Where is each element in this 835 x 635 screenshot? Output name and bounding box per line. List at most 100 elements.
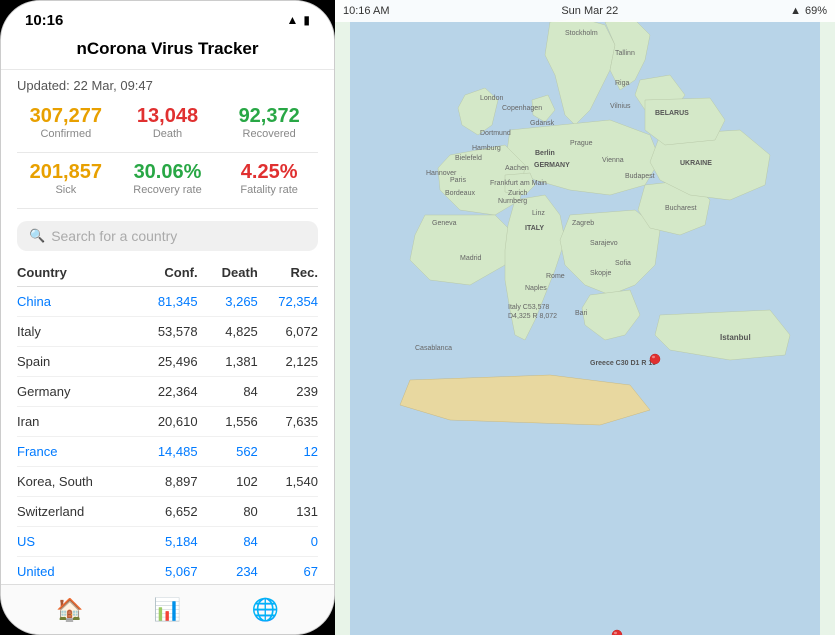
svg-text:Italy C53,578: Italy C53,578	[508, 304, 549, 311]
rec-value: 131	[258, 504, 318, 519]
svg-text:Sofia: Sofia	[615, 260, 631, 267]
fatality-rate-label: Fatality rate	[220, 184, 318, 196]
table-row[interactable]: Spain25,4961,3812,125	[17, 347, 318, 377]
search-placeholder: Search for a country	[51, 228, 177, 244]
globe-icon[interactable]: 🌐	[251, 597, 278, 623]
svg-text:Gdansk: Gdansk	[530, 120, 555, 127]
svg-text:Vilnius: Vilnius	[610, 103, 631, 110]
table-row[interactable]: Iran20,6101,5567,635	[17, 407, 318, 437]
svg-text:BELARUS: BELARUS	[655, 110, 689, 117]
recovery-rate-label: Recovery rate	[119, 184, 217, 196]
table-row[interactable]: US5,184840	[17, 527, 318, 557]
divider-1	[17, 152, 318, 153]
table-row[interactable]: Korea, South8,8971021,540	[17, 467, 318, 497]
country-name[interactable]: China	[17, 294, 137, 309]
conf-value: 20,610	[137, 414, 197, 429]
table-row[interactable]: France14,48556212	[17, 437, 318, 467]
svg-text:Madrid: Madrid	[460, 255, 482, 262]
sick-label: Sick	[17, 184, 115, 196]
death-stat: 13,048 Death	[119, 105, 217, 140]
map-status-bar: 10:16 AM Sun Mar 22 ▲ 69%	[335, 0, 835, 22]
country-name: Italy	[17, 324, 137, 339]
fatality-rate-stat: 4.25% Fatality rate	[220, 161, 318, 196]
svg-text:Greece C30 D1 R 19: Greece C30 D1 R 19	[590, 360, 656, 367]
wifi-icon: ▲	[287, 13, 299, 27]
death-value: 80	[198, 504, 258, 519]
death-value: 84	[198, 534, 258, 549]
country-name: Spain	[17, 354, 137, 369]
conf-value: 25,496	[137, 354, 197, 369]
death-value: 1,381	[198, 354, 258, 369]
svg-text:Frankfurt am Main: Frankfurt am Main	[490, 180, 547, 187]
death-value: 13,048	[119, 105, 217, 128]
stats-grid-2: 201,857 Sick 30.06% Recovery rate 4.25% …	[1, 157, 334, 204]
table-row[interactable]: Germany22,36484239	[17, 377, 318, 407]
country-name: Switzerland	[17, 504, 137, 519]
chart-icon[interactable]: 📊	[154, 597, 181, 623]
svg-text:UKRAINE: UKRAINE	[680, 160, 712, 167]
table-header: Country Conf. Death Rec.	[17, 259, 318, 287]
rec-value: 67	[258, 564, 318, 579]
status-icons: ▲ ▮	[287, 13, 311, 27]
country-name[interactable]: United	[17, 564, 137, 579]
map-svg: Stockholm Tallinn Riga Vilnius BELARUS C…	[335, 0, 835, 635]
svg-text:Bielefeld: Bielefeld	[455, 155, 482, 162]
phone-frame: 10:16 ▲ ▮ nCorona Virus Tracker Updated:…	[0, 0, 335, 635]
map-status-right: ▲ 69%	[790, 5, 827, 17]
rec-value: 239	[258, 384, 318, 399]
svg-text:Tallinn: Tallinn	[615, 50, 635, 57]
svg-text:Hamburg: Hamburg	[472, 145, 501, 152]
table-row[interactable]: Italy53,5784,8256,072	[17, 317, 318, 347]
table-row[interactable]: Switzerland6,65280131	[17, 497, 318, 527]
table-row[interactable]: United5,06723467	[17, 557, 318, 587]
svg-text:Riga: Riga	[615, 80, 630, 87]
svg-text:London: London	[480, 95, 503, 102]
rec-value: 12	[258, 444, 318, 459]
col-country: Country	[17, 265, 137, 280]
conf-value: 5,067	[137, 564, 197, 579]
country-name[interactable]: France	[17, 444, 137, 459]
sick-stat: 201,857 Sick	[17, 161, 115, 196]
recovered-stat: 92,372 Recovered	[220, 105, 318, 140]
recovery-rate-value: 30.06%	[119, 161, 217, 184]
svg-text:Bordeaux: Bordeaux	[445, 190, 475, 197]
svg-text:Zurich: Zurich	[508, 190, 528, 197]
table-row[interactable]: China81,3453,26572,354	[17, 287, 318, 317]
home-icon[interactable]: 🏠	[56, 597, 83, 623]
phone-status-bar: 10:16 ▲ ▮	[1, 1, 334, 31]
svg-text:Stockholm: Stockholm	[565, 30, 598, 37]
country-name[interactable]: US	[17, 534, 137, 549]
svg-text:Casablanca: Casablanca	[415, 345, 452, 352]
death-label: Death	[119, 128, 217, 140]
rec-value: 0	[258, 534, 318, 549]
svg-text:Vienna: Vienna	[602, 157, 624, 164]
svg-text:Aachen: Aachen	[505, 165, 529, 172]
svg-text:Copenhagen: Copenhagen	[502, 105, 542, 112]
col-conf: Conf.	[137, 265, 197, 280]
death-value: 102	[198, 474, 258, 489]
death-value: 84	[198, 384, 258, 399]
svg-text:Naples: Naples	[525, 285, 547, 292]
conf-value: 6,652	[137, 504, 197, 519]
map-date: Sun Mar 22	[561, 5, 618, 17]
table-rows: China81,3453,26572,354Italy53,5784,8256,…	[17, 287, 318, 587]
rec-value: 72,354	[258, 294, 318, 309]
svg-text:D4,325 R 8,072: D4,325 R 8,072	[508, 313, 557, 320]
svg-text:Nurnberg: Nurnberg	[498, 198, 527, 205]
svg-text:Bucharest: Bucharest	[665, 205, 697, 212]
conf-value: 22,364	[137, 384, 197, 399]
search-bar[interactable]: 🔍 Search for a country	[17, 221, 318, 251]
svg-text:Bari: Bari	[575, 310, 588, 317]
sick-value: 201,857	[17, 161, 115, 184]
recovered-label: Recovered	[220, 128, 318, 140]
country-name: Germany	[17, 384, 137, 399]
country-name: Iran	[17, 414, 137, 429]
svg-text:Paris: Paris	[450, 177, 466, 184]
svg-text:Hannover: Hannover	[426, 170, 457, 177]
svg-text:Rome: Rome	[546, 273, 565, 280]
col-death: Death	[198, 265, 258, 280]
map-wifi-icon: ▲	[790, 5, 801, 17]
svg-text:Budapest: Budapest	[625, 173, 655, 180]
svg-text:GERMANY: GERMANY	[534, 162, 570, 169]
update-text: Updated: 22 Mar, 09:47	[1, 70, 334, 101]
